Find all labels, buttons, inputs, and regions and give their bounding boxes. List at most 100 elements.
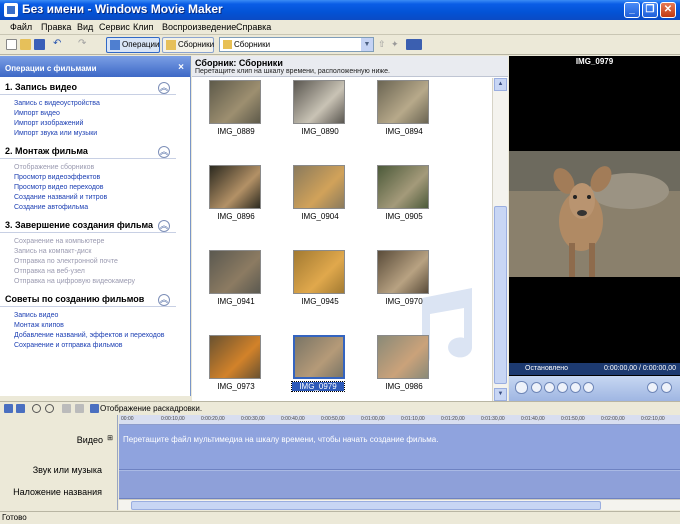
clip-thumbnail[interactable] [377, 80, 429, 124]
zoom-in-icon[interactable] [32, 404, 41, 413]
section-title[interactable]: 2. Монтаж фильма [0, 141, 176, 159]
next-frame-icon[interactable] [570, 382, 581, 393]
collections-dropdown[interactable]: Сборники ▼ [219, 37, 374, 52]
split-clip-icon[interactable] [647, 382, 658, 393]
minimize-button[interactable]: _ [624, 2, 640, 18]
title-bar[interactable]: Без имени - Windows Movie Maker _ ❐ ✕ [0, 0, 680, 20]
show-storyboard-label[interactable]: Отображение раскадровки. [100, 404, 202, 413]
clip-item[interactable]: IMG_0970 [364, 248, 448, 333]
menu-playback[interactable]: Воспроизведение [162, 22, 236, 32]
clip-item[interactable]: IMG_0889 [196, 78, 280, 163]
video-track[interactable]: Перетащите файл мультимедиа на шкалу вре… [119, 425, 680, 470]
timeline-area[interactable]: 00:00 0:00:10,00 0:00:20,00 0:00:30,00 0:00:… [119, 415, 680, 510]
rewind-timeline-icon[interactable] [62, 404, 71, 413]
view-options-icon[interactable] [406, 39, 422, 50]
close-button[interactable]: ✕ [660, 2, 676, 18]
timeline-scrollbar[interactable] [119, 499, 680, 510]
open-folder-icon[interactable] [20, 39, 31, 50]
audio-track[interactable] [119, 471, 680, 499]
task-link[interactable]: Монтаж клипов [0, 319, 190, 329]
clip-item[interactable]: IMG_0890 [280, 78, 364, 163]
task-link[interactable]: Просмотр видео переходов [0, 181, 190, 191]
clip-item[interactable]: IMG_0941 [196, 248, 280, 333]
zoom-out-icon[interactable] [45, 404, 54, 413]
operations-button[interactable]: Операции [106, 37, 160, 53]
clip-item[interactable]: IMG_0979 [280, 333, 364, 401]
section-title[interactable]: 3. Завершение создания фильма [0, 215, 176, 233]
save-icon[interactable] [34, 39, 45, 50]
fast-forward-icon[interactable] [583, 382, 594, 393]
menu-clip[interactable]: Клип [133, 22, 153, 32]
task-link[interactable]: Импорт звука или музыки [0, 127, 190, 137]
storyboard-icon[interactable] [4, 404, 13, 413]
collapse-icon[interactable]: ︽ [158, 82, 170, 94]
section-title[interactable]: Советы по созданию фильмов [0, 289, 176, 307]
task-link[interactable]: Импорт изображений [0, 117, 190, 127]
play-icon[interactable] [515, 381, 528, 394]
clip-thumbnail[interactable] [209, 335, 261, 379]
task-link[interactable]: Сохранение и отправка фильмов [0, 339, 190, 349]
collections-button[interactable]: Сборники [162, 37, 214, 53]
new-collection-icon[interactable]: ✦ [391, 39, 402, 50]
menu-file[interactable]: Файл [10, 22, 32, 32]
play-timeline-icon[interactable] [75, 404, 84, 413]
undo-icon[interactable]: ↶ [53, 39, 64, 50]
clip-item[interactable]: IMG_0896 [196, 163, 280, 248]
timeline-scroll-thumb[interactable] [131, 501, 601, 510]
task-link[interactable]: Создание автофильма [0, 201, 190, 211]
window-title: Без имени - Windows Movie Maker [22, 2, 223, 16]
collapse-icon[interactable]: ︽ [158, 220, 170, 232]
narrate-icon[interactable] [16, 404, 25, 413]
maximize-button[interactable]: ❐ [642, 2, 658, 18]
clip-thumbnail[interactable] [209, 165, 261, 209]
clip-item[interactable]: IMG_0894 [364, 78, 448, 163]
collection-header: Сборник: Сборники Перетащите клип на шка… [192, 56, 508, 77]
clip-thumbnail[interactable] [293, 80, 345, 124]
scroll-up-icon[interactable]: ▲ [494, 78, 507, 91]
task-link[interactable]: Просмотр видеоэффектов [0, 171, 190, 181]
up-level-icon[interactable]: ⇧ [378, 39, 389, 50]
menu-edit[interactable]: Правка [41, 22, 71, 32]
clip-thumbnail[interactable] [293, 250, 345, 294]
section-title[interactable]: 1. Запись видео [0, 77, 176, 95]
show-storyboard-icon[interactable] [90, 404, 99, 413]
task-link[interactable]: Создание названий и титров [0, 191, 190, 201]
clip-item[interactable]: IMG_0904 [280, 163, 364, 248]
time-ruler[interactable]: 00:00 0:00:10,00 0:00:20,00 0:00:30,00 0:00:… [119, 415, 680, 425]
redo-icon[interactable]: ↷ [78, 39, 89, 50]
stop-icon[interactable] [531, 382, 542, 393]
task-link: Отправка по электронной почте [14, 258, 118, 265]
chevron-down-icon[interactable]: ▼ [361, 38, 373, 51]
clip-thumbnail[interactable] [293, 335, 345, 379]
snapshot-icon[interactable] [661, 382, 672, 393]
clip-thumbnail[interactable] [209, 80, 261, 124]
task-link[interactable]: Импорт видео [0, 107, 190, 117]
close-icon[interactable]: × [178, 62, 184, 73]
new-project-icon[interactable] [6, 39, 17, 50]
clip-thumbnail[interactable] [377, 250, 429, 294]
task-link[interactable]: Добавление названий, эффектов и переходо… [0, 329, 190, 339]
menu-view[interactable]: Вид [77, 22, 93, 32]
menu-help[interactable]: Справка [236, 22, 271, 32]
collapse-icon[interactable]: ︽ [158, 294, 170, 306]
clip-item[interactable]: IMG_0973 [196, 333, 280, 401]
scroll-thumb[interactable] [494, 206, 507, 384]
clip-item[interactable]: IMG_0945 [280, 248, 364, 333]
task-link[interactable]: Запись с видеоустройства [0, 97, 190, 107]
clip-thumbnail[interactable] [209, 250, 261, 294]
clip-item[interactable]: IMG_0986 [364, 333, 448, 401]
clip-grid: IMG_0889 IMG_0890 IMG_0894 IMG_0896 IMG_0904… [192, 78, 492, 401]
collapse-icon[interactable]: ︽ [158, 146, 170, 158]
clip-item[interactable]: IMG_0905 [364, 163, 448, 248]
scroll-down-icon[interactable]: ▼ [494, 388, 507, 401]
task-link[interactable]: Запись видео [0, 309, 190, 319]
collection-scrollbar[interactable]: ▲ ▼ [492, 78, 508, 401]
clip-thumbnail[interactable] [293, 165, 345, 209]
expand-icon[interactable]: ⊞ [107, 434, 113, 442]
previous-frame-icon[interactable] [557, 382, 568, 393]
rewind-icon[interactable] [544, 382, 555, 393]
clip-thumbnail[interactable] [377, 165, 429, 209]
menu-tools[interactable]: Сервис [99, 22, 130, 32]
timeline-hint: Перетащите файл мультимедиа на шкалу вре… [123, 435, 439, 444]
clip-thumbnail[interactable] [377, 335, 429, 379]
